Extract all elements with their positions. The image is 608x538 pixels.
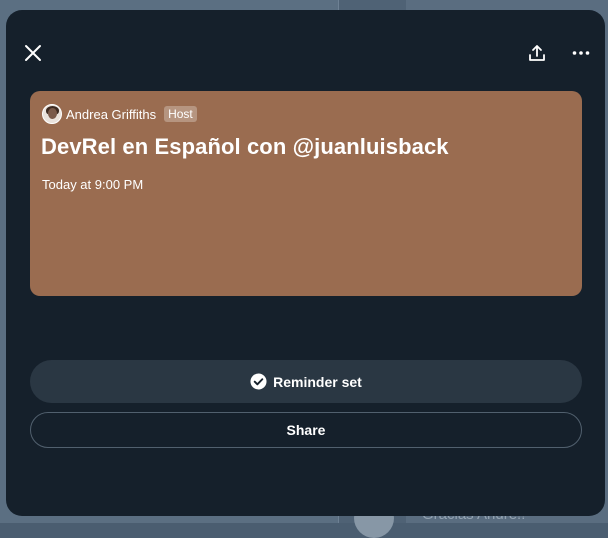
close-icon [25,45,41,61]
share-icon-button[interactable] [520,36,554,70]
space-title: DevRel en Español con @juanluisback [41,134,449,159]
space-modal: Andrea Griffiths Host DevRel en Español … [6,10,605,516]
host-avatar[interactable] [42,104,62,124]
check-circle-icon [250,373,267,390]
reminder-set-button[interactable]: Reminder set [30,360,582,403]
more-horizontal-icon [572,51,590,55]
share-button[interactable]: Share [30,412,582,448]
host-badge: Host [164,106,197,122]
reminder-set-label: Reminder set [273,373,362,390]
host-row: Andrea Griffiths Host [42,104,197,124]
share-label: Share [286,422,326,438]
space-time: Today at 9:00 PM [42,177,144,192]
space-card: Andrea Griffiths Host DevRel en Español … [30,91,582,296]
share-upload-icon [529,45,545,61]
host-name[interactable]: Andrea Griffiths [66,107,156,122]
more-button[interactable] [564,36,598,70]
close-button[interactable] [16,36,50,70]
